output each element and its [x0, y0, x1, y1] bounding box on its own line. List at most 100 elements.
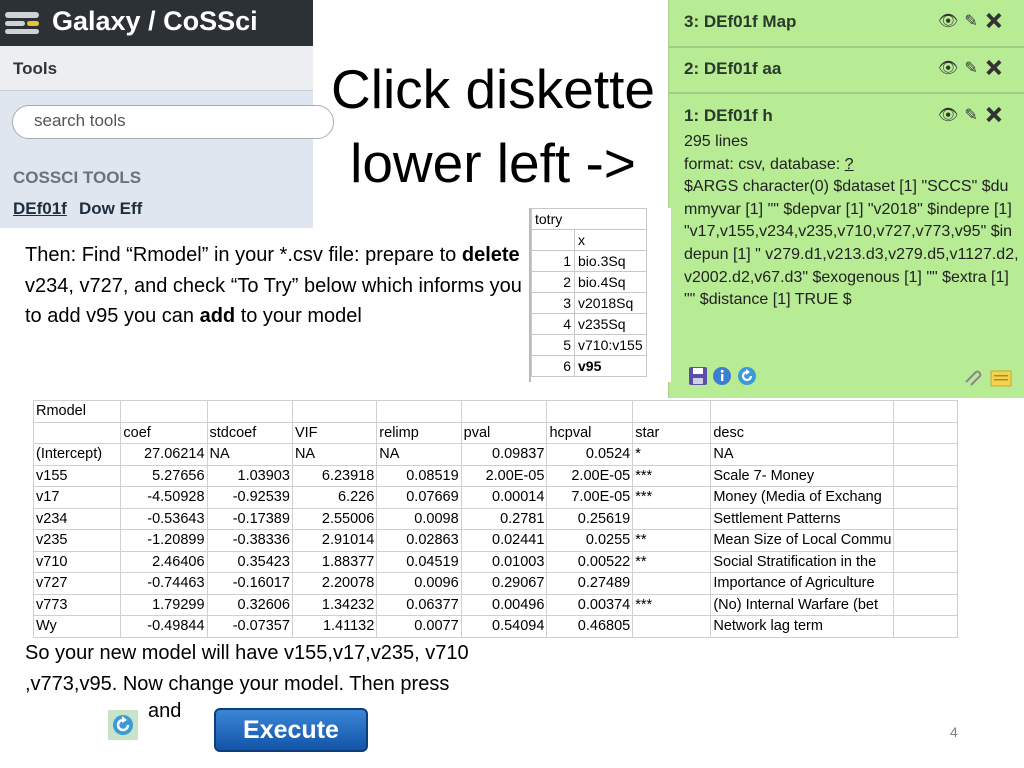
column-header: desc: [710, 421, 895, 444]
table-row: Rmodel: [33, 400, 958, 423]
row-label: v234: [33, 507, 122, 530]
diskette-save-icon[interactable]: [688, 366, 708, 386]
table-row: 3 v2018Sq: [531, 292, 647, 314]
table-cell: 0.0098: [376, 507, 462, 530]
table-cell: 0.0096: [376, 572, 462, 595]
table-cell: [206, 400, 293, 423]
table-cell: 0.2781: [460, 507, 548, 530]
table-row: 5 v710:v155: [531, 334, 647, 356]
table-cell: [893, 550, 958, 573]
table-cell: NA: [206, 443, 293, 466]
table-cell: [460, 400, 548, 423]
table-cell: Importance of Agriculture: [710, 572, 895, 595]
row-number: 4: [531, 313, 575, 335]
table-row: v773 1.79299 0.32606 1.34232 0.06377 0.00496 0…: [33, 593, 958, 616]
table-header-row: coef stdcoef VIF relimp pval hcpval star desc: [33, 421, 958, 444]
table-row: (Intercept) 27.06214 NA NA NA 0.09837 0.0524 * N…: [33, 443, 958, 466]
table-cell: 1.03903: [206, 464, 293, 487]
table-cell: 0.09837: [460, 443, 548, 466]
history-item-2-title[interactable]: 2: DEf01f aa: [684, 59, 781, 79]
refresh-icon: [108, 710, 138, 740]
table-cell: ***: [632, 464, 712, 487]
totry-value: v2018Sq: [574, 292, 647, 314]
row-label: v235: [33, 529, 122, 552]
table-cell: [376, 400, 462, 423]
totry-value: bio.4Sq: [574, 271, 647, 293]
totry-spreadsheet: totry x 1 bio.3Sq 2 bio.4Sq 3 v2018Sq 4 v235…: [529, 208, 671, 382]
table-cell: ***: [632, 593, 712, 616]
app-title[interactable]: Galaxy / CoSSci: [52, 6, 258, 37]
table-row: x: [531, 229, 647, 251]
info-icon[interactable]: [712, 366, 732, 386]
pencil-icon[interactable]: ✎: [964, 107, 983, 124]
table-cell: [893, 507, 958, 530]
table-cell: 2.91014: [291, 529, 378, 552]
page-number: 4: [950, 724, 958, 740]
pencil-icon[interactable]: ✎: [964, 13, 983, 30]
notes-icon[interactable]: [990, 369, 1012, 387]
table-row: v710 2.46406 0.35423 1.88377 0.04519 0.01003 0…: [33, 550, 958, 573]
slide-title-line2: lower left ->: [350, 132, 636, 194]
history-item-1-actions: 👁✎✖: [938, 105, 1010, 125]
table-cell: [893, 400, 958, 423]
totry-col-header: x: [574, 229, 647, 251]
table-cell: [893, 529, 958, 552]
execute-button[interactable]: Execute: [214, 708, 368, 752]
delete-x-icon[interactable]: ✖: [984, 60, 1010, 77]
table-cell: **: [632, 529, 712, 552]
table-row: 6 v95: [531, 355, 647, 377]
delete-x-icon[interactable]: ✖: [984, 107, 1010, 124]
row-number: 5: [531, 334, 575, 356]
table-cell: 0.00014: [460, 486, 548, 509]
table-row: Wy -0.49844 -0.07357 1.41132 0.0077 0.54094 0.…: [33, 615, 958, 638]
history-item-1-title[interactable]: 1: DEf01f h: [684, 106, 773, 126]
pencil-icon[interactable]: ✎: [964, 60, 983, 77]
delete-x-icon[interactable]: ✖: [984, 13, 1010, 30]
row-label: v727: [33, 572, 122, 595]
eye-icon[interactable]: 👁: [938, 107, 964, 124]
row-label: v773: [33, 593, 122, 616]
paperclip-icon[interactable]: [962, 368, 984, 386]
table-cell: [632, 507, 712, 530]
table-cell: -0.92539: [206, 486, 293, 509]
table-cell: 2.46406: [120, 550, 208, 573]
table-cell: 0.0077: [376, 615, 462, 638]
table-cell: (No) Internal Warfare (bet: [710, 593, 895, 616]
table-cell: 0.00496: [460, 593, 548, 616]
history-divider: [669, 46, 1024, 48]
galaxy-logo-icon: [5, 12, 39, 34]
history-item-3-title[interactable]: 3: DEf01f Map: [684, 12, 796, 32]
table-cell: Mean Size of Local Commu: [710, 529, 895, 552]
format-info: format: csv, database: ?: [684, 154, 1019, 177]
table-cell: -0.07357: [206, 615, 293, 638]
table-cell: **: [632, 550, 712, 573]
table-cell: [893, 486, 958, 509]
table-cell: 0.32606: [206, 593, 293, 616]
eye-icon[interactable]: 👁: [938, 60, 964, 77]
table-cell: 0.06377: [376, 593, 462, 616]
row-label: (Intercept): [33, 443, 122, 466]
totry-value: v235Sq: [574, 313, 647, 335]
table-cell: 2.55006: [291, 507, 378, 530]
table-row: totry: [531, 208, 647, 230]
table-cell: 0.0524: [546, 443, 634, 466]
tool-link-def01f[interactable]: DEf01f: [13, 199, 67, 219]
table-cell: 0.54094: [460, 615, 548, 638]
table-cell: 0.02863: [376, 529, 462, 552]
table-cell: 6.23918: [291, 464, 378, 487]
database-help-link[interactable]: ?: [845, 156, 854, 173]
rerun-icon[interactable]: [737, 366, 757, 386]
table-cell: *: [632, 443, 712, 466]
table-cell: [893, 593, 958, 616]
table-row: 4 v235Sq: [531, 313, 647, 335]
history-divider: [669, 92, 1024, 94]
slide-title-line1: Click diskette: [331, 58, 655, 120]
eye-icon[interactable]: 👁: [938, 13, 964, 30]
table-cell: [632, 400, 712, 423]
history-item-3-actions: 👁✎✖: [938, 11, 1010, 31]
column-header: star: [632, 421, 712, 444]
table-row: 2 bio.4Sq: [531, 271, 647, 293]
search-placeholder: search tools: [34, 111, 126, 130]
column-header: relimp: [376, 421, 462, 444]
table-cell: [632, 615, 712, 638]
